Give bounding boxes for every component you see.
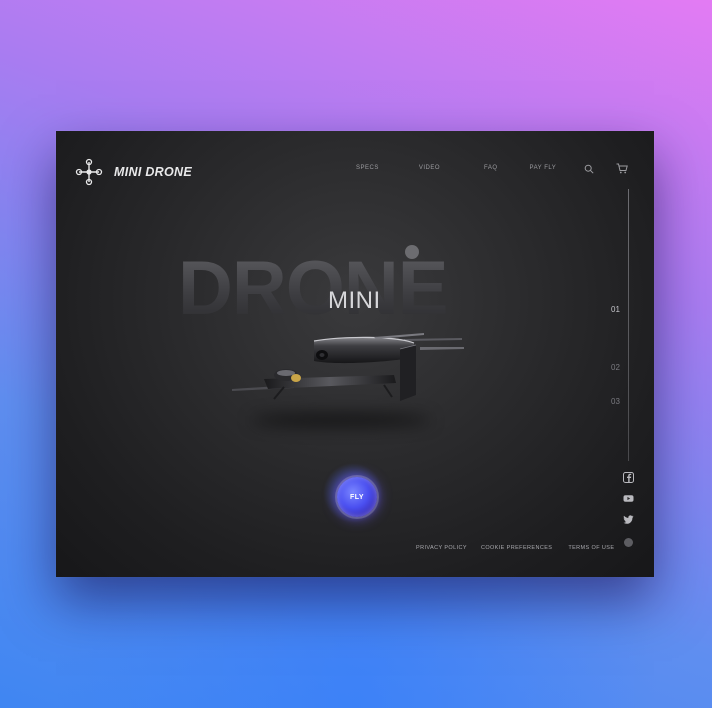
slide-progress-line [628, 189, 629, 461]
slide-number-1[interactable]: 01 [611, 305, 620, 314]
nav-item-video[interactable]: VIDEO [419, 165, 440, 171]
twitter-icon[interactable] [623, 514, 634, 525]
brand-name: MINI DRONE [114, 165, 192, 179]
fly-button[interactable]: FLY [337, 477, 377, 517]
social-extra-dot[interactable] [624, 538, 633, 547]
slide-number-2[interactable]: 02 [611, 363, 620, 372]
drone-product-image [232, 333, 464, 401]
website-mockup: MINI DRONE SPECS VIDEO FAQ PAY FLY 01 02… [56, 131, 654, 577]
facebook-icon[interactable] [623, 472, 634, 483]
hero-decorative-dot [405, 245, 419, 259]
main-nav: SPECS VIDEO FAQ PAY FLY [356, 165, 592, 171]
cookie-preferences-link[interactable]: COOKIE PREFERENCES [481, 545, 552, 551]
search-icon[interactable] [584, 164, 594, 174]
terms-of-use-link[interactable]: TERMS OF USE [568, 545, 614, 551]
nav-item-faq[interactable]: FAQ [484, 165, 498, 171]
logo[interactable]: MINI DRONE [74, 157, 192, 187]
nav-item-pay-fly[interactable]: PAY FLY [530, 165, 557, 171]
slide-number-3[interactable]: 03 [611, 397, 620, 406]
hero-title: MINI [328, 287, 381, 314]
hero-background-word: DRONE [178, 246, 448, 331]
nav-item-specs[interactable]: SPECS [356, 165, 379, 171]
drone-logo-icon [75, 158, 103, 186]
footer-links: PRIVACY POLICY COOKIE PREFERENCES TERMS … [416, 545, 614, 551]
privacy-policy-link[interactable]: PRIVACY POLICY [416, 545, 467, 551]
cart-icon[interactable] [616, 163, 628, 174]
youtube-icon[interactable] [623, 493, 634, 504]
